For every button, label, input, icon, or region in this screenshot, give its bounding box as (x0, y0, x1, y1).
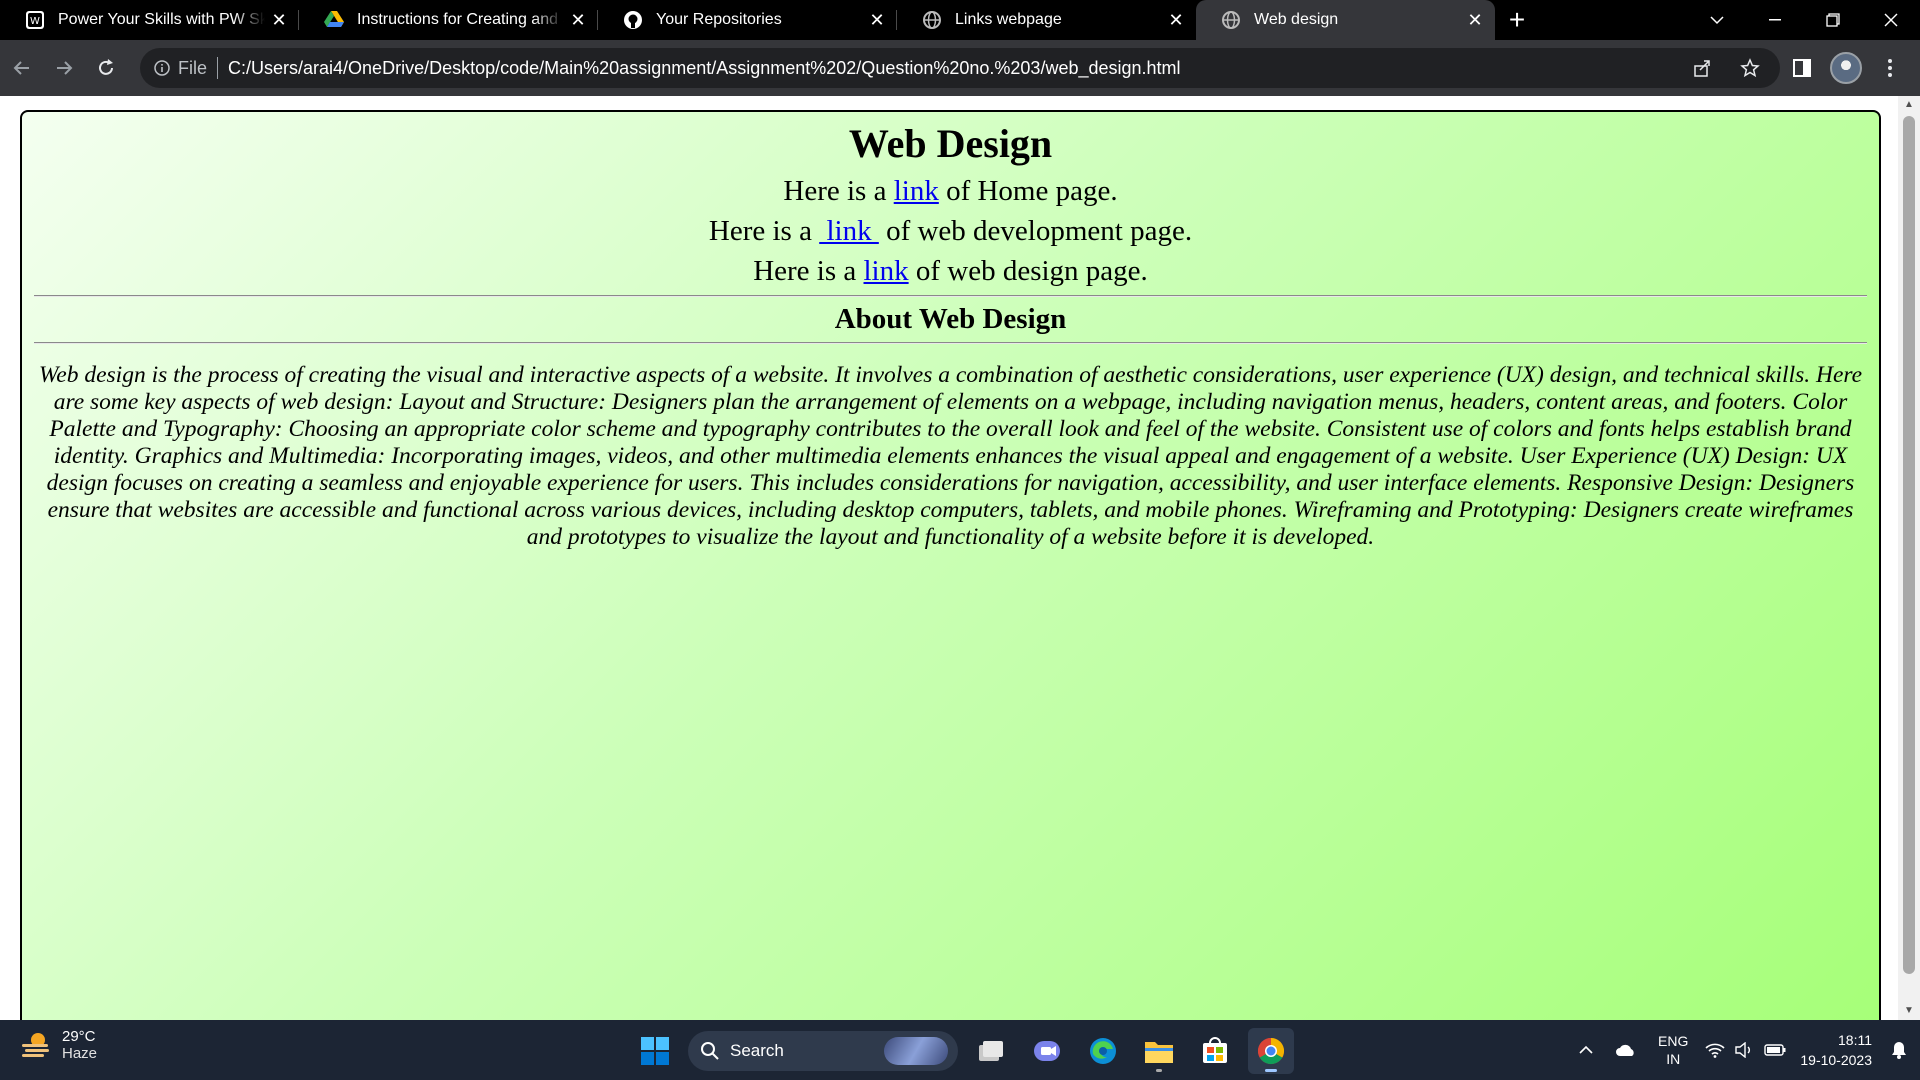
globe-icon (1220, 9, 1242, 31)
window-controls (1688, 0, 1920, 40)
close-icon[interactable]: ✕ (564, 6, 592, 34)
new-tab-button[interactable]: + (1495, 0, 1539, 40)
pw-skills-icon: W (24, 9, 46, 31)
reload-button[interactable] (86, 48, 126, 88)
web-design-page-link[interactable]: link (864, 255, 909, 287)
section-heading: About Web Design (834, 303, 1067, 335)
wifi-icon[interactable] (1700, 1030, 1730, 1070)
microsoft-store-button[interactable] (1192, 1028, 1238, 1074)
bookmark-star-icon[interactable] (1730, 48, 1770, 88)
tab-title: Power Your Skills with PW Skills (58, 11, 265, 28)
home-page-link[interactable]: link (894, 175, 939, 207)
close-icon[interactable]: ✕ (265, 6, 293, 34)
back-arrow-icon (13, 61, 29, 75)
tab-title: Web design (1254, 11, 1339, 28)
close-window-icon[interactable] (1862, 0, 1920, 40)
restore-icon[interactable] (1804, 0, 1862, 40)
tab-title: Your Repositories (656, 11, 782, 28)
onedrive-cloud-icon[interactable] (1606, 1030, 1646, 1070)
web-design-link-line: Here is a link of web design page. (753, 255, 1148, 287)
horizontal-rule (34, 342, 1867, 344)
task-view-icon (979, 1041, 1003, 1061)
search-highlight-image (884, 1037, 948, 1065)
reload-icon (99, 59, 113, 75)
weather-widget[interactable]: 29°C Haze (20, 1028, 97, 1062)
tab-repositories[interactable]: Your Repositories ✕ (598, 0, 897, 40)
back-button[interactable] (2, 48, 42, 88)
tab-title: Instructions for Creating and Sub (357, 11, 564, 28)
minimize-icon[interactable] (1746, 0, 1804, 40)
task-view-button[interactable] (968, 1028, 1014, 1074)
search-icon (701, 1042, 719, 1060)
web-development-page-link[interactable]: link (819, 215, 879, 247)
close-icon[interactable]: ✕ (1162, 6, 1190, 34)
battery-icon[interactable] (1760, 1030, 1790, 1070)
volume-icon[interactable] (1730, 1030, 1760, 1070)
haze-sun-icon (22, 1033, 49, 1057)
home-link-line: Here is a link of Home page. (783, 175, 1118, 207)
show-hidden-icons-chevron-icon[interactable] (1566, 1030, 1606, 1070)
menu-dots-icon[interactable] (1870, 48, 1910, 88)
page-container: Web Design Here is a link of Home page. … (20, 110, 1881, 1020)
teams-chat-button[interactable] (1024, 1028, 1070, 1074)
globe-icon (921, 9, 943, 31)
page-title: Web Design (848, 121, 1053, 166)
windows-logo-icon (641, 1037, 669, 1065)
close-icon[interactable]: ✕ (1461, 6, 1489, 34)
chrome-icon (1257, 1037, 1285, 1065)
clock-date: 19-10-2023 (1800, 1052, 1872, 1068)
github-icon (622, 9, 644, 31)
windows-taskbar: 29°C Haze Search ENG IN 18:11 19-10-2023 (0, 1020, 1920, 1080)
tab-instructions[interactable]: Instructions for Creating and Sub ✕ (299, 0, 598, 40)
system-tray: ENG IN 18:11 19-10-2023 (1566, 1020, 1920, 1080)
tab-pw-skills[interactable]: W Power Your Skills with PW Skills ✕ (0, 0, 299, 40)
notification-bell-icon[interactable] (1884, 1030, 1914, 1070)
start-button[interactable] (632, 1028, 678, 1074)
close-icon[interactable]: ✕ (863, 6, 891, 34)
tab-links-webpage[interactable]: Links webpage ✕ (897, 0, 1196, 40)
weather-desc: Haze (62, 1045, 98, 1062)
clock-time: 18:11 (1838, 1032, 1872, 1048)
horizontal-rule (34, 295, 1867, 297)
taskbar-search[interactable]: Search (688, 1031, 958, 1071)
tab-search-icon[interactable] (1688, 0, 1746, 40)
about-paragraph: Web design is the process of creating th… (38, 362, 1863, 550)
page-viewport: Web Design Here is a link of Home page. … (0, 96, 1920, 1020)
url-text[interactable]: C:/Users/arai4/OneDrive/Desktop/code/Mai… (228, 58, 1181, 79)
tab-web-design[interactable]: Web design ✕ (1196, 0, 1495, 40)
taskbar-apps: Search (632, 1028, 1294, 1074)
site-info-icon[interactable] (150, 56, 174, 80)
scroll-up-icon[interactable]: ▲ (1904, 100, 1914, 110)
browser-toolbar: File C:/Users/arai4/OneDrive/Desktop/cod… (0, 40, 1920, 96)
edge-icon (1090, 1038, 1116, 1064)
share-icon[interactable] (1682, 48, 1722, 88)
edge-button[interactable] (1080, 1028, 1126, 1074)
file-explorer-button[interactable] (1136, 1028, 1182, 1074)
vertical-scrollbar[interactable]: ▲ ▼ (1898, 96, 1920, 1020)
tab-strip: W Power Your Skills with PW Skills ✕ Ins… (0, 0, 1920, 40)
svg-text:W: W (30, 16, 40, 27)
weather-temp: 29°C (62, 1028, 96, 1045)
language-indicator[interactable]: ENG IN (1658, 1032, 1688, 1068)
profile-avatar[interactable] (1826, 48, 1866, 88)
forward-arrow-icon (57, 61, 73, 75)
system-clock[interactable]: 18:11 19-10-2023 (1800, 1030, 1872, 1070)
google-drive-icon (323, 9, 345, 31)
search-label: Search (730, 1041, 784, 1060)
address-bar[interactable]: File C:/Users/arai4/OneDrive/Desktop/cod… (140, 48, 1780, 88)
scroll-down-icon[interactable]: ▼ (1904, 1006, 1914, 1016)
web-development-link-line: Here is a link of web development page. (708, 215, 1193, 247)
chrome-button[interactable] (1248, 1028, 1294, 1074)
side-panel-icon[interactable] (1782, 48, 1822, 88)
folder-icon (1145, 1042, 1173, 1063)
forward-button[interactable] (44, 48, 84, 88)
scheme-label: File (178, 57, 208, 78)
tab-title: Links webpage (955, 11, 1062, 28)
store-icon (1203, 1037, 1227, 1063)
scrollbar-thumb[interactable] (1903, 116, 1915, 974)
teams-icon (1034, 1041, 1060, 1061)
